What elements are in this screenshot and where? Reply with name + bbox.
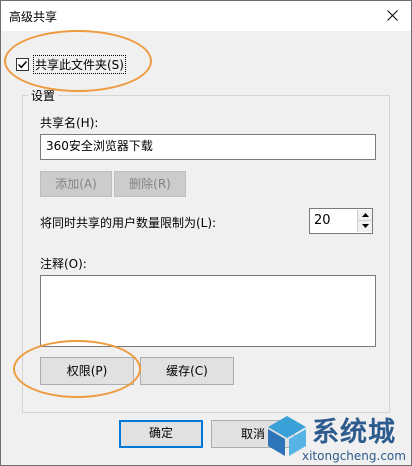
comment-textarea[interactable] bbox=[40, 275, 376, 347]
chevron-up-icon bbox=[362, 213, 369, 217]
user-limit-spinner[interactable]: 20 bbox=[309, 208, 373, 234]
user-limit-value[interactable]: 20 bbox=[314, 213, 331, 228]
watermark-brand: 系统城 bbox=[312, 417, 396, 448]
caching-button[interactable]: 缓存(C) bbox=[140, 357, 234, 385]
share-folder-option[interactable]: 共享此文件夹(S) bbox=[16, 55, 126, 74]
chevron-down-icon bbox=[362, 224, 369, 228]
share-folder-checkbox[interactable] bbox=[16, 58, 29, 71]
comment-label: 注释(O): bbox=[40, 257, 87, 271]
ok-button[interactable]: 确定 bbox=[119, 420, 203, 448]
spinner-up-button[interactable] bbox=[357, 210, 372, 221]
checkmark-icon bbox=[17, 60, 28, 69]
share-folder-label[interactable]: 共享此文件夹(S) bbox=[33, 55, 126, 74]
watermark: 系统城 xitongcheng.com bbox=[262, 408, 412, 466]
title-bar: 高级共享 bbox=[1, 1, 411, 31]
share-name-input[interactable]: 360安全浏览器下载 bbox=[40, 134, 376, 160]
settings-group-title: 设置 bbox=[28, 87, 59, 104]
remove-button[interactable]: 删除(R) bbox=[114, 171, 186, 197]
add-button[interactable]: 添加(A) bbox=[40, 171, 112, 197]
close-button[interactable] bbox=[377, 3, 409, 29]
dialog-title: 高级共享 bbox=[9, 10, 58, 24]
watermark-url: xitongcheng.com bbox=[302, 449, 406, 463]
user-limit-label: 将同时共享的用户数量限制为(L): bbox=[40, 216, 217, 230]
spinner-down-button[interactable] bbox=[357, 221, 372, 232]
permissions-button[interactable]: 权限(P) bbox=[40, 357, 134, 385]
close-icon bbox=[387, 10, 398, 21]
share-name-label: 共享名(H): bbox=[40, 116, 99, 130]
